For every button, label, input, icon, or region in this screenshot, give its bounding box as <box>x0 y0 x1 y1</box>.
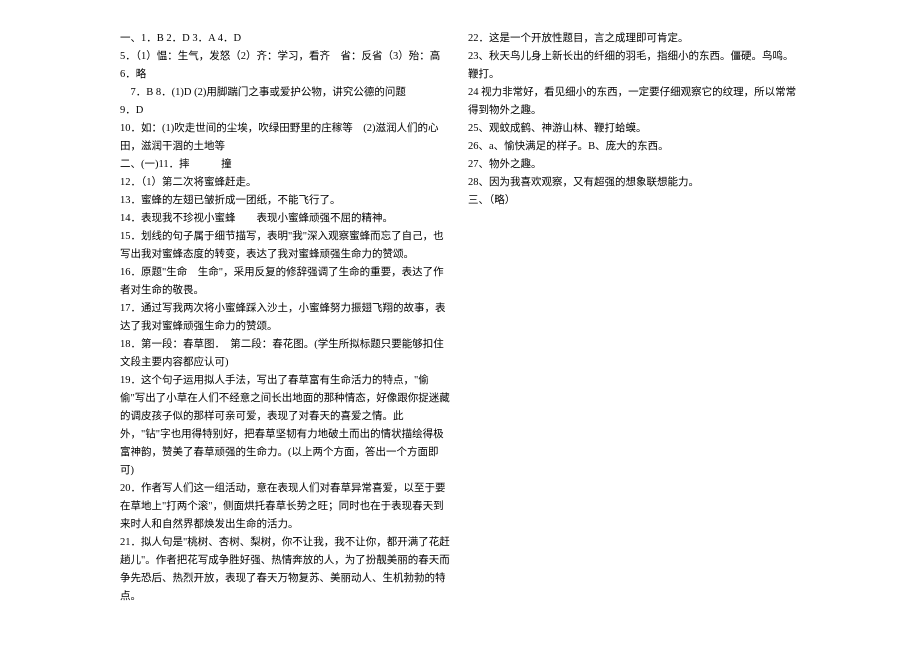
answer-line: 20．作者写人们这一组活动，意在表现人们对春草异常喜爱，以至于要在草地上"打两个… <box>120 480 452 534</box>
answer-line: 25、观蚊成鹤、神游山林、鞭打蛤蟆。 <box>468 120 800 138</box>
answer-line: 16．原题"生命 生命"，采用反复的修辞强调了生命的重要，表达了作者对生命的敬畏… <box>120 264 452 300</box>
answer-line: 9．D <box>120 102 452 120</box>
answer-line: 二、(一)11．摔 撞 <box>120 156 452 174</box>
answer-line: 7．B 8．(1)D (2)用脚踹门之事或爱护公物，讲究公德的问题 <box>120 84 452 102</box>
answer-line: 三、（略） <box>468 192 800 210</box>
answer-line: 21．拟人句是"桃树、杏树、梨树，你不让我，我不让你，都开满了花赶趟儿"。作者把… <box>120 534 452 606</box>
answer-line: 10．如：(1)吹走世间的尘埃，吹绿田野里的庄稼等 (2)滋润人们的心田，滋润干… <box>120 120 452 156</box>
answer-line: 17．通过写我两次将小蜜蜂踩入沙土，小蜜蜂努力振翅飞翔的故事，表达了我对蜜蜂顽强… <box>120 300 452 336</box>
answer-line: 15．划线的句子属于细节描写，表明"我"深入观察蜜蜂而忘了自己，也写出我对蜜蜂态… <box>120 228 452 264</box>
answer-line: 24 视力非常好，看见细小的东西，一定要仔细观察它的纹理，所以常常得到物外之趣。 <box>468 84 800 120</box>
answer-line: 5．（1）愠：生气，发怒（2）齐：学习，看齐 省：反省（3）殆：高 <box>120 48 452 66</box>
answer-line: 26、a、愉快满足的样子。B、庞大的东西。 <box>468 138 800 156</box>
answer-line: 13．蜜蜂的左翅已皱折成一团纸，不能飞行了。 <box>120 192 452 210</box>
answer-line: 23、秋天鸟儿身上新长出的纤细的羽毛，指细小的东西。僵硬。鸟鸣。鞭打。 <box>468 48 800 84</box>
answer-line: 28、因为我喜欢观察，又有超强的想象联想能力。 <box>468 174 800 192</box>
answer-line: 12．（1）第二次将蜜蜂赶走。 <box>120 174 452 192</box>
answer-line: 18．第一段：春草图． 第二段：春花图。(学生所拟标题只要能够扣住文段主要内容都… <box>120 336 452 372</box>
answer-line: 一、1．B 2．D 3．A 4．D <box>120 30 452 48</box>
answer-line: 22．这是一个开放性题目，言之成理即可肯定。 <box>468 30 800 48</box>
answer-line: 27、物外之趣。 <box>468 156 800 174</box>
document-page: 一、1．B 2．D 3．A 4．D 5．（1）愠：生气，发怒（2）齐：学习，看齐… <box>0 30 920 620</box>
answer-line: 19．这个句子运用拟人手法，写出了春草富有生命活力的特点，"偷偷"写出了小草在人… <box>120 372 452 480</box>
answer-line: 14．表现我不珍视小蜜蜂 表现小蜜蜂顽强不屈的精神。 <box>120 210 452 228</box>
answer-line: 6．略 <box>120 66 452 84</box>
